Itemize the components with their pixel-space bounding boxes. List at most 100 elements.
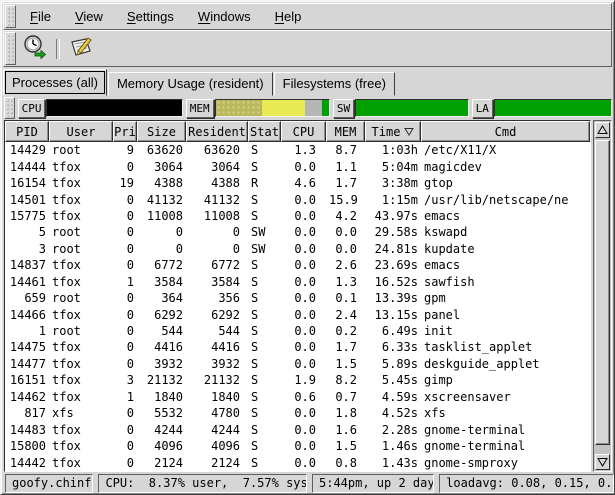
cell-stat: R bbox=[248, 176, 281, 190]
cell-stat: SW bbox=[248, 225, 281, 239]
cell-stat: S bbox=[248, 291, 281, 305]
column-header-stat[interactable]: Stat bbox=[248, 121, 281, 142]
cell-time: 13.15s bbox=[365, 308, 421, 322]
cell-stat: S bbox=[248, 390, 281, 404]
scroll-down-button[interactable] bbox=[595, 454, 610, 470]
process-row[interactable]: 15800tfox040964096S0.01.51.46sgnome-term… bbox=[5, 438, 590, 454]
cell-pid: 14461 bbox=[5, 275, 49, 289]
process-row[interactable]: 14462tfox118401840S0.60.74.59sxscreensav… bbox=[5, 389, 590, 405]
cell-user: tfox bbox=[49, 373, 113, 387]
column-header-pri[interactable]: Pri bbox=[113, 121, 137, 142]
cell-size: 11008 bbox=[137, 209, 186, 223]
cpu-usage-panel: CPU: 8.37% user, 7.57% system bbox=[98, 474, 307, 493]
column-header-cmd[interactable]: Cmd bbox=[421, 121, 590, 142]
process-row[interactable]: 16154tfox1943884388R4.61.73:38mgtop bbox=[5, 175, 590, 191]
la-bar-label[interactable]: LA bbox=[472, 99, 493, 118]
cell-mem: 1.3 bbox=[326, 275, 365, 289]
menubar-grip-handle[interactable] bbox=[5, 5, 16, 28]
menu-windows[interactable]: Windows bbox=[189, 6, 260, 27]
cell-cmd: init bbox=[421, 324, 590, 338]
cell-size: 3584 bbox=[137, 275, 186, 289]
cell-pri: 3 bbox=[113, 373, 137, 387]
process-row[interactable]: 14429root96362063620S1.38.71:03h/etc/X11… bbox=[5, 142, 590, 158]
cell-pid: 817 bbox=[5, 406, 49, 420]
process-row[interactable]: 14483tfox042444244S0.01.62.28sgnome-term… bbox=[5, 421, 590, 437]
cell-pid: 5 bbox=[5, 225, 49, 239]
column-label: Cmd bbox=[495, 125, 517, 139]
menu-help[interactable]: Help bbox=[266, 6, 311, 27]
scroll-down-arrow-icon bbox=[597, 455, 608, 470]
column-label: MEM bbox=[335, 125, 357, 139]
cpu-bar-label[interactable]: CPU bbox=[18, 99, 46, 118]
cell-pid: 15775 bbox=[5, 209, 49, 223]
column-header-time[interactable]: Time bbox=[365, 121, 421, 142]
cell-pri: 0 bbox=[113, 160, 137, 174]
cell-size: 6292 bbox=[137, 308, 186, 322]
process-row[interactable]: 14461tfox135843584S0.01.316.52ssawfish bbox=[5, 274, 590, 290]
tab-processes-all[interactable]: Processes (all) bbox=[3, 69, 107, 96]
cell-cmd: gnome-smproxy bbox=[421, 456, 590, 470]
cell-pri: 0 bbox=[113, 423, 137, 437]
process-row[interactable]: 5root000SW0.00.029.58skswapd bbox=[5, 224, 590, 240]
column-header-size[interactable]: Size bbox=[137, 121, 186, 142]
column-header-resident[interactable]: Resident bbox=[186, 121, 248, 142]
status-bar: goofy.chinfox CPU: 8.37% user, 7.57% sys… bbox=[3, 472, 614, 494]
cell-time: 5.89s bbox=[365, 357, 421, 371]
process-row[interactable]: 14477tfox039323932S0.01.55.89sdeskguide_… bbox=[5, 356, 590, 372]
cell-cpu: 0.6 bbox=[281, 390, 326, 404]
cell-cmd: gimp bbox=[421, 373, 590, 387]
process-row[interactable]: 14442tfox021242124S0.00.81.43sgnome-smpr… bbox=[5, 454, 590, 470]
sw-bar-label[interactable]: SW bbox=[333, 99, 354, 118]
cell-time: 5:04m bbox=[365, 160, 421, 174]
vertical-scrollbar[interactable] bbox=[593, 120, 612, 472]
cell-cpu: 0.0 bbox=[281, 242, 326, 256]
menu-view[interactable]: View bbox=[66, 6, 112, 27]
sw-bar-segment bbox=[356, 100, 467, 116]
cell-cpu: 0.0 bbox=[281, 160, 326, 174]
cell-cpu: 1.3 bbox=[281, 143, 326, 157]
process-row[interactable]: 15775tfox01100811008S0.04.243.97semacs bbox=[5, 208, 590, 224]
tab-memory-usage-resident[interactable]: Memory Usage (resident) bbox=[108, 72, 273, 96]
cell-resident: 6292 bbox=[186, 308, 248, 322]
process-row[interactable]: 14444tfox030643064S0.01.15:04mmagicdev bbox=[5, 158, 590, 174]
cell-mem: 1.7 bbox=[326, 176, 365, 190]
column-header-cpu[interactable]: CPU bbox=[281, 121, 326, 142]
tab-filesystems-free[interactable]: Filesystems (free) bbox=[274, 72, 395, 96]
edit-note-icon bbox=[68, 34, 94, 63]
loadavg-text: loadavg: 0.08, 0.15, 0.25 bbox=[446, 476, 614, 490]
process-row[interactable]: 817xfs055324780S0.01.84.52sxfs bbox=[5, 405, 590, 421]
scroll-up-button[interactable] bbox=[595, 122, 610, 138]
cell-cmd: xscreensaver bbox=[421, 390, 590, 404]
edit-note-button[interactable] bbox=[64, 34, 98, 64]
cell-time: 1.46s bbox=[365, 439, 421, 453]
menu-file[interactable]: File bbox=[21, 6, 60, 27]
column-header-pid[interactable]: PID bbox=[5, 121, 49, 142]
process-row[interactable]: 16151tfox32113221132S1.98.25.45sgimp bbox=[5, 372, 590, 388]
cpu-usage-bar bbox=[46, 99, 182, 117]
process-row[interactable]: 659root0364356S0.00.113.39sgpm bbox=[5, 290, 590, 306]
bars-grip-handle[interactable] bbox=[4, 97, 15, 119]
cell-pid: 14462 bbox=[5, 390, 49, 404]
scrollbar-thumb[interactable] bbox=[595, 140, 610, 445]
cell-mem: 8.7 bbox=[326, 143, 365, 157]
cell-size: 4416 bbox=[137, 340, 186, 354]
process-row[interactable]: 3root000SW0.00.024.81skupdate bbox=[5, 241, 590, 257]
menu-settings[interactable]: Settings bbox=[118, 6, 183, 27]
cell-pid: 3 bbox=[5, 242, 49, 256]
column-header-user[interactable]: User bbox=[49, 121, 113, 142]
cell-cmd: emacs bbox=[421, 258, 590, 272]
mem-bar-label[interactable]: MEM bbox=[186, 99, 214, 118]
cell-stat: S bbox=[248, 258, 281, 272]
cell-stat: S bbox=[248, 423, 281, 437]
process-row[interactable]: 1root0544544S0.00.26.49sinit bbox=[5, 323, 590, 339]
cell-pri: 0 bbox=[113, 225, 137, 239]
process-row[interactable]: 14466tfox062926292S0.02.413.15spanel bbox=[5, 306, 590, 322]
process-row[interactable]: 14475tfox044164416S0.01.76.33stasklist_a… bbox=[5, 339, 590, 355]
toolbar-grip-handle[interactable] bbox=[5, 32, 16, 65]
process-row[interactable]: 14837tfox067726772S0.02.623.69semacs bbox=[5, 257, 590, 273]
column-header-mem[interactable]: MEM bbox=[326, 121, 365, 142]
timer-clock-button[interactable] bbox=[18, 34, 52, 64]
cell-pri: 9 bbox=[113, 143, 137, 157]
process-row[interactable]: 14501tfox04113241132S0.015.91:15m/usr/li… bbox=[5, 191, 590, 207]
cell-resident: 3584 bbox=[186, 275, 248, 289]
